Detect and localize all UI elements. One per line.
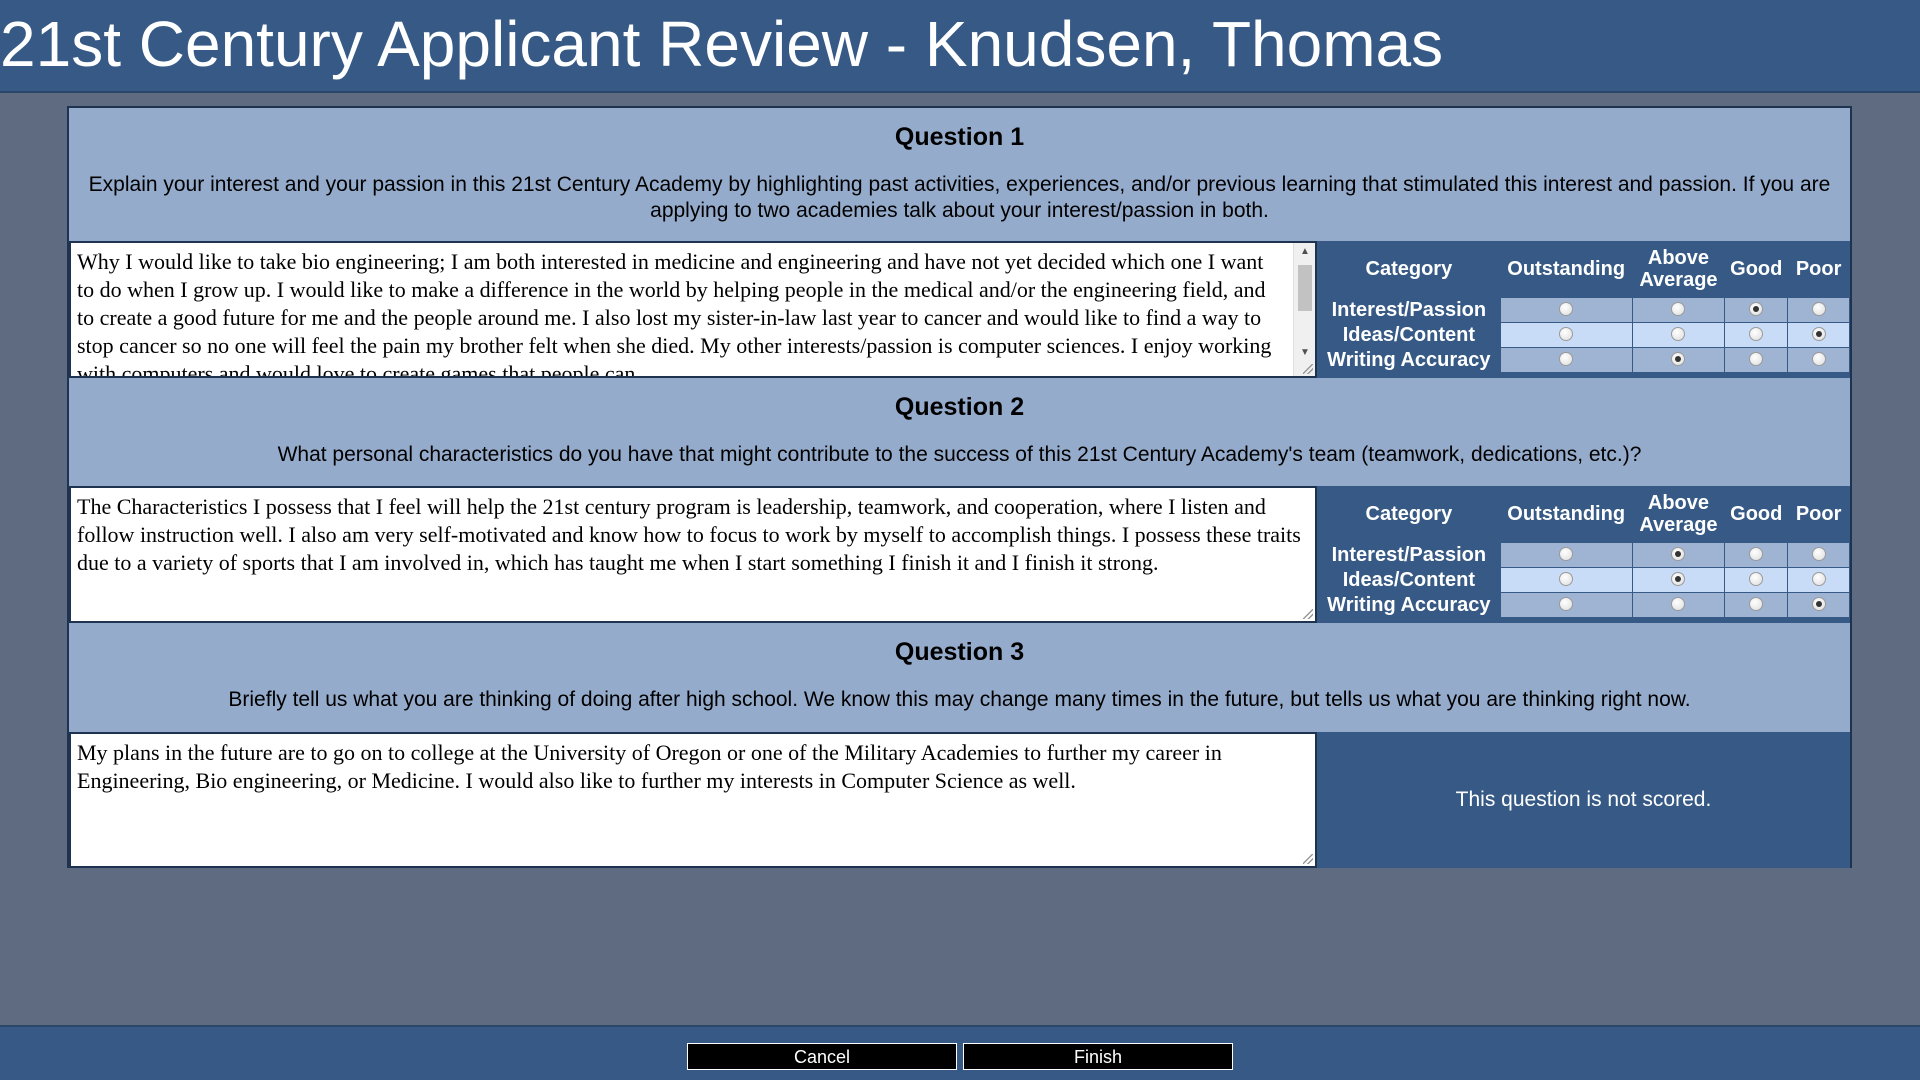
category-header: Category [1365,502,1453,525]
question-1-header: Question 1 Explain your interest and you… [69,108,1850,241]
not-scored-message: This question is not scored. [1455,788,1712,811]
radio-good[interactable] [1749,597,1764,612]
category-header: Category [1365,257,1453,280]
row-label: Ideas/Content [1317,566,1501,593]
score-row-interest-passion: Interest/Passion [1317,541,1850,568]
radio-good[interactable] [1749,352,1764,367]
question-3-header: Question 3 Briefly tell us what you are … [69,623,1850,732]
question-3-answer-box[interactable]: My plans in the future are to go on to c… [69,732,1317,868]
outstanding-header: Outstanding [1507,502,1626,525]
radio-poor[interactable] [1811,327,1826,342]
radio-outstanding[interactable] [1559,547,1574,562]
question-2-score-table: Category Outstanding Above Average Good P… [1317,486,1850,618]
score-row-ideas-content: Ideas/Content [1317,566,1850,593]
scroll-thumb[interactable] [1298,265,1312,311]
score-row-ideas-content: Ideas/Content [1317,321,1850,348]
radio-outstanding[interactable] [1559,597,1574,612]
row-label: Ideas/Content [1317,321,1501,348]
radio-outstanding[interactable] [1559,352,1574,367]
question-2-prompt: What personal characteristics do you hav… [277,443,1642,466]
radio-poor[interactable] [1811,547,1826,562]
score-row-interest-passion: Interest/Passion [1317,296,1850,323]
question-1-scoring: Category Outstanding Above Average Good P… [1317,241,1850,378]
radio-above-average[interactable] [1671,327,1686,342]
row-label: Interest/Passion [1317,541,1501,568]
question-1-prompt: Explain your interest and your passion i… [88,173,1831,222]
question-3-scoring: This question is not scored. [1317,732,1850,868]
radio-good[interactable] [1749,302,1764,317]
row-label: Writing Accuracy [1317,346,1501,373]
good-header: Good [1730,502,1783,525]
radio-outstanding[interactable] [1559,327,1574,342]
radio-above-average[interactable] [1671,302,1686,317]
radio-good[interactable] [1749,547,1764,562]
radio-good[interactable] [1749,327,1764,342]
question-2-header: Question 2 What personal characteristics… [69,378,1850,486]
question-2-scoring: Category Outstanding Above Average Good P… [1317,486,1850,623]
radio-outstanding[interactable] [1559,572,1574,587]
scroll-up-arrow-icon[interactable]: ▲ [1294,243,1315,261]
question-2-title: Question 2 [894,393,1025,421]
radio-poor[interactable] [1811,302,1826,317]
cancel-button[interactable]: Cancel [687,1043,957,1070]
resize-grip-icon[interactable] [1303,364,1313,374]
radio-outstanding[interactable] [1559,302,1574,317]
above-average-header: Above Average [1639,491,1718,536]
radio-above-average[interactable] [1671,572,1686,587]
poor-header: Poor [1795,257,1842,280]
score-row-writing-accuracy: Writing Accuracy [1317,346,1850,373]
radio-poor[interactable] [1811,572,1826,587]
score-row-writing-accuracy: Writing Accuracy [1317,591,1850,618]
above-average-header: Above Average [1639,246,1718,291]
outstanding-header: Outstanding [1507,257,1626,280]
good-header: Good [1730,257,1783,280]
question-1-scrollbar[interactable]: ▲ ▼ [1293,243,1315,376]
footer-bar: Cancel Finish [0,1025,1920,1080]
question-1-score-table: Category Outstanding Above Average Good P… [1317,241,1850,373]
radio-poor[interactable] [1811,352,1826,367]
radio-above-average[interactable] [1671,597,1686,612]
finish-button[interactable]: Finish [963,1043,1233,1070]
resize-grip-icon[interactable] [1303,609,1313,619]
row-label: Writing Accuracy [1317,591,1501,618]
question-3-answer[interactable]: My plans in the future are to go on to c… [71,734,1315,800]
question-1-title: Question 1 [894,123,1025,151]
scroll-down-arrow-icon[interactable]: ▼ [1294,344,1315,362]
question-1-answer[interactable]: Why I would like to take bio engineering… [71,243,1315,376]
poor-header: Poor [1795,502,1842,525]
question-2-answer-box[interactable]: The Characteristics I possess that I fee… [69,486,1317,623]
question-2-answer[interactable]: The Characteristics I possess that I fee… [71,488,1315,582]
question-3-prompt: Briefly tell us what you are thinking of… [228,688,1691,711]
radio-above-average[interactable] [1671,352,1686,367]
row-label: Interest/Passion [1317,296,1501,323]
page-title: 21st Century Applicant Review - Knudsen,… [0,8,1444,80]
question-3-title: Question 3 [894,638,1025,666]
page-header: 21st Century Applicant Review - Knudsen,… [0,0,1920,93]
review-panel: Question 1 Explain your interest and you… [67,106,1852,868]
question-1-answer-box[interactable]: Why I would like to take bio engineering… [69,241,1317,378]
radio-poor[interactable] [1811,597,1826,612]
resize-grip-icon[interactable] [1303,854,1313,864]
radio-good[interactable] [1749,572,1764,587]
radio-above-average[interactable] [1671,547,1686,562]
